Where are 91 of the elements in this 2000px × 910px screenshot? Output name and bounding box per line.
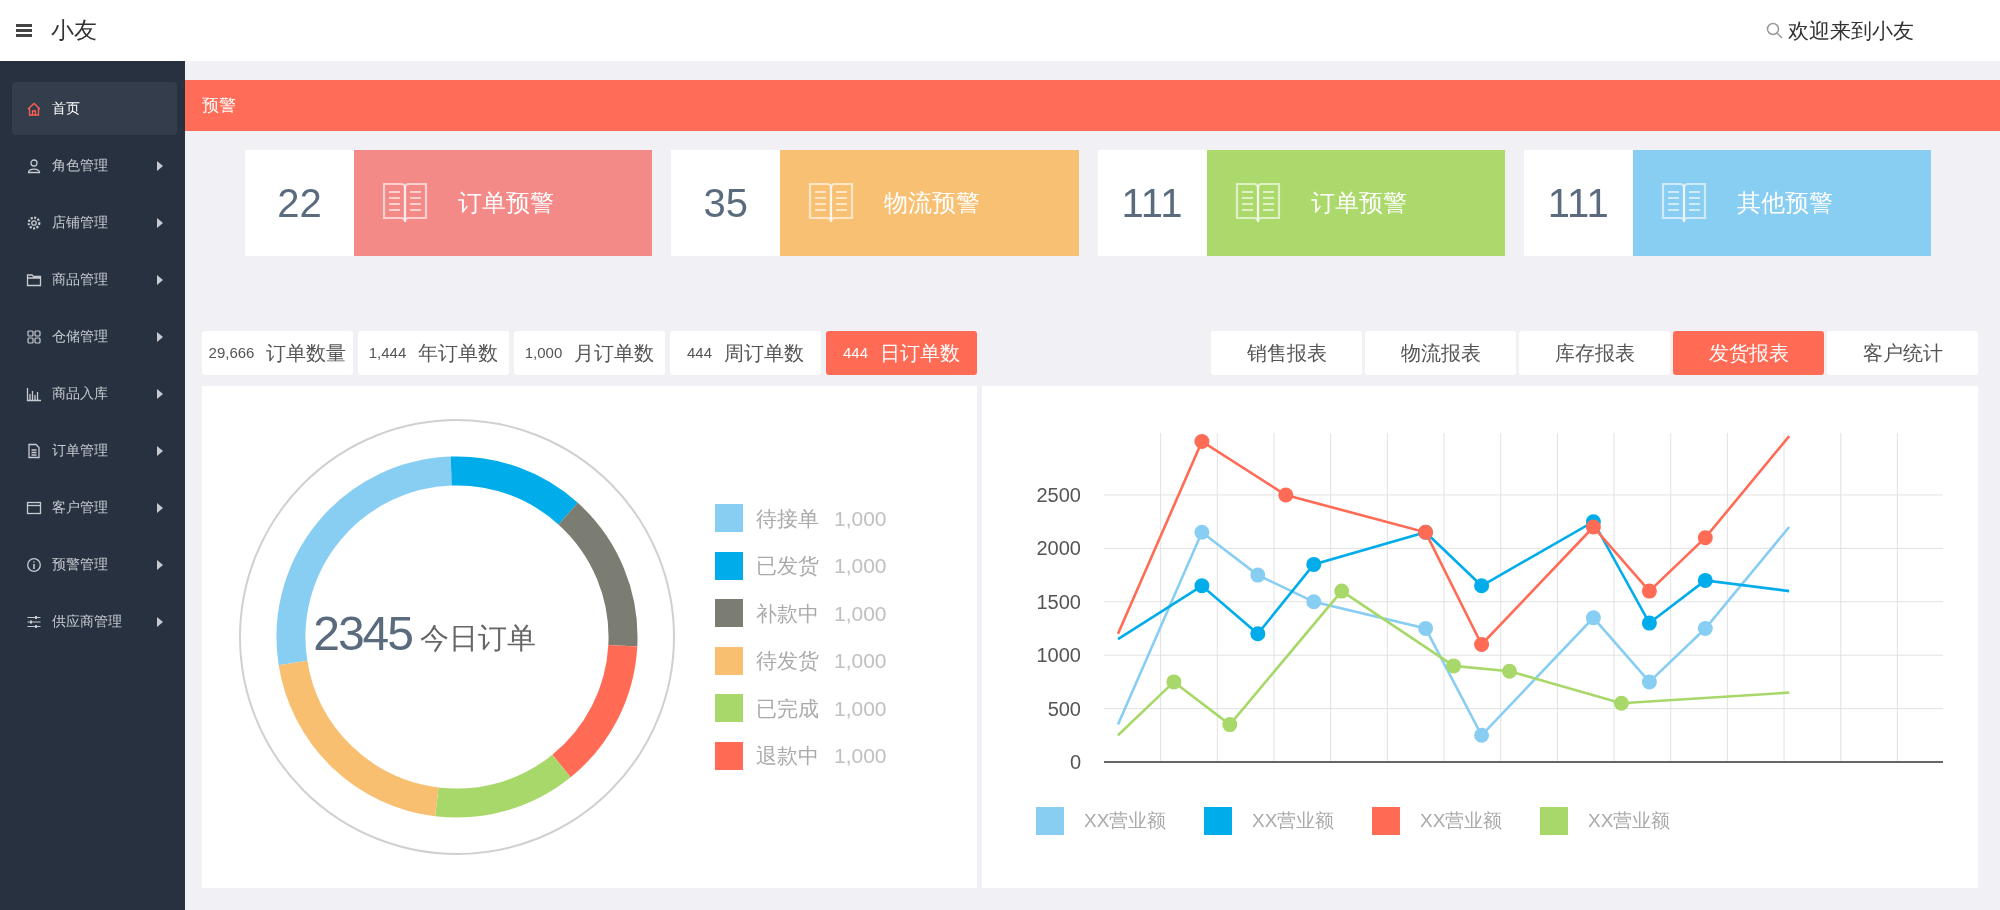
data-point bbox=[1446, 658, 1462, 674]
legend-label: 已完成 bbox=[756, 695, 819, 722]
data-point bbox=[1194, 524, 1210, 540]
data-point bbox=[1641, 583, 1657, 599]
search-icon[interactable] bbox=[1766, 22, 1783, 39]
sidebar-item[interactable]: 商品管理 bbox=[12, 253, 177, 306]
legend-value: 1,000 bbox=[834, 648, 887, 674]
alert-count: 22 bbox=[245, 150, 354, 256]
data-point bbox=[1250, 626, 1266, 642]
y-tick-label: 500 bbox=[1047, 697, 1081, 720]
alert-count: 111 bbox=[1097, 150, 1207, 256]
legend-label: 退款中 bbox=[756, 743, 819, 769]
sidebar-item[interactable]: 订单管理 bbox=[12, 424, 177, 477]
window-icon bbox=[26, 499, 42, 516]
legend-label: 补款中 bbox=[756, 600, 819, 627]
sidebar-item[interactable]: 角色管理 bbox=[12, 139, 177, 192]
data-point bbox=[1222, 717, 1238, 733]
gear-icon bbox=[26, 214, 42, 231]
legend-value: 1,000 bbox=[834, 553, 887, 579]
alert-label: 订单预警 bbox=[458, 188, 554, 218]
legend-label: 待接单 bbox=[756, 505, 819, 532]
data-point bbox=[1697, 572, 1713, 588]
alert-label: 其他预警 bbox=[1736, 188, 1833, 218]
legend-value: 1,000 bbox=[834, 505, 887, 532]
y-tick-label: 2500 bbox=[1036, 483, 1081, 506]
grid-icon bbox=[26, 328, 42, 345]
alert-label: 订单预警 bbox=[1310, 188, 1407, 218]
sidebar-item[interactable]: 供应商管理 bbox=[12, 595, 177, 648]
report-tab[interactable]: 客户统计 bbox=[1827, 331, 1978, 375]
data-point bbox=[1585, 519, 1601, 535]
order-stat-tab[interactable]: 1,444 年订单数 bbox=[358, 331, 509, 375]
order-total: 2345 bbox=[313, 607, 412, 660]
legend-label: XX营业额 bbox=[1084, 809, 1167, 833]
alert-count: 111 bbox=[1523, 150, 1633, 256]
alert-label: 物流预警 bbox=[884, 188, 981, 218]
legend-label: XX营业额 bbox=[1588, 809, 1671, 833]
y-tick-label: 2000 bbox=[1036, 537, 1081, 560]
legend-value: 1,000 bbox=[834, 695, 887, 722]
report-tab[interactable]: 物流报表 bbox=[1365, 331, 1516, 375]
data-point bbox=[1334, 583, 1350, 599]
data-point bbox=[1278, 487, 1294, 503]
data-point bbox=[1474, 637, 1490, 652]
sidebar-item[interactable]: 店铺管理 bbox=[12, 196, 177, 249]
order-stat-tab[interactable]: 29,666 订单数量 bbox=[202, 331, 353, 375]
legend-label: XX营业额 bbox=[1252, 809, 1335, 833]
order-stat-tab[interactable]: 444 周订单数 bbox=[670, 331, 821, 375]
home-icon bbox=[26, 100, 42, 117]
data-point bbox=[1697, 530, 1713, 546]
data-point bbox=[1194, 434, 1210, 449]
data-point bbox=[1641, 674, 1657, 690]
data-point bbox=[1418, 621, 1434, 636]
sliders-icon bbox=[26, 613, 42, 630]
welcome-text: 欢迎来到小友 bbox=[1788, 17, 1914, 44]
data-point bbox=[1250, 567, 1266, 583]
data-point bbox=[1306, 556, 1322, 572]
data-point bbox=[1697, 621, 1713, 636]
data-point bbox=[1474, 578, 1490, 594]
sidebar-item[interactable]: 客户管理 bbox=[12, 481, 177, 534]
data-point bbox=[1502, 663, 1517, 679]
info-circle-icon bbox=[26, 556, 42, 573]
data-point bbox=[1166, 674, 1182, 690]
legend-value: 1,000 bbox=[834, 600, 887, 627]
order-total-label: 今日订单 bbox=[420, 622, 536, 654]
data-point bbox=[1585, 610, 1601, 626]
data-point bbox=[1641, 615, 1657, 631]
alert-banner-title: 预警 bbox=[202, 94, 236, 117]
data-point bbox=[1306, 594, 1322, 610]
sidebar-item[interactable]: 预警管理 bbox=[12, 538, 177, 591]
data-point bbox=[1613, 695, 1629, 711]
alert-count: 35 bbox=[671, 150, 781, 256]
report-tab[interactable]: 销售报表 bbox=[1211, 331, 1362, 375]
y-tick-label: 1500 bbox=[1036, 590, 1081, 613]
menu-icon[interactable] bbox=[16, 24, 32, 37]
legend-label: 待发货 bbox=[756, 648, 819, 674]
data-point bbox=[1474, 727, 1490, 743]
user-icon bbox=[26, 157, 42, 174]
report-tab[interactable]: 库存报表 bbox=[1519, 331, 1670, 375]
sidebar-item[interactable]: 仓储管理 bbox=[12, 310, 177, 363]
y-tick-label: 0 bbox=[1069, 751, 1081, 773]
y-tick-label: 1000 bbox=[1036, 644, 1081, 667]
legend-label: XX营业额 bbox=[1420, 809, 1503, 833]
folder-icon bbox=[26, 271, 42, 288]
data-point bbox=[1194, 578, 1210, 594]
legend-value: 1,000 bbox=[834, 743, 887, 769]
legend-label: 已发货 bbox=[756, 553, 819, 579]
sidebar-item[interactable]: 商品入库 bbox=[12, 367, 177, 420]
document-icon bbox=[26, 442, 42, 459]
app-title: 小友 bbox=[51, 16, 97, 46]
order-stat-tab[interactable]: 1,000 月订单数 bbox=[514, 331, 665, 375]
bar-chart-icon bbox=[26, 385, 42, 402]
sidebar-item[interactable]: 首页 bbox=[12, 82, 177, 135]
